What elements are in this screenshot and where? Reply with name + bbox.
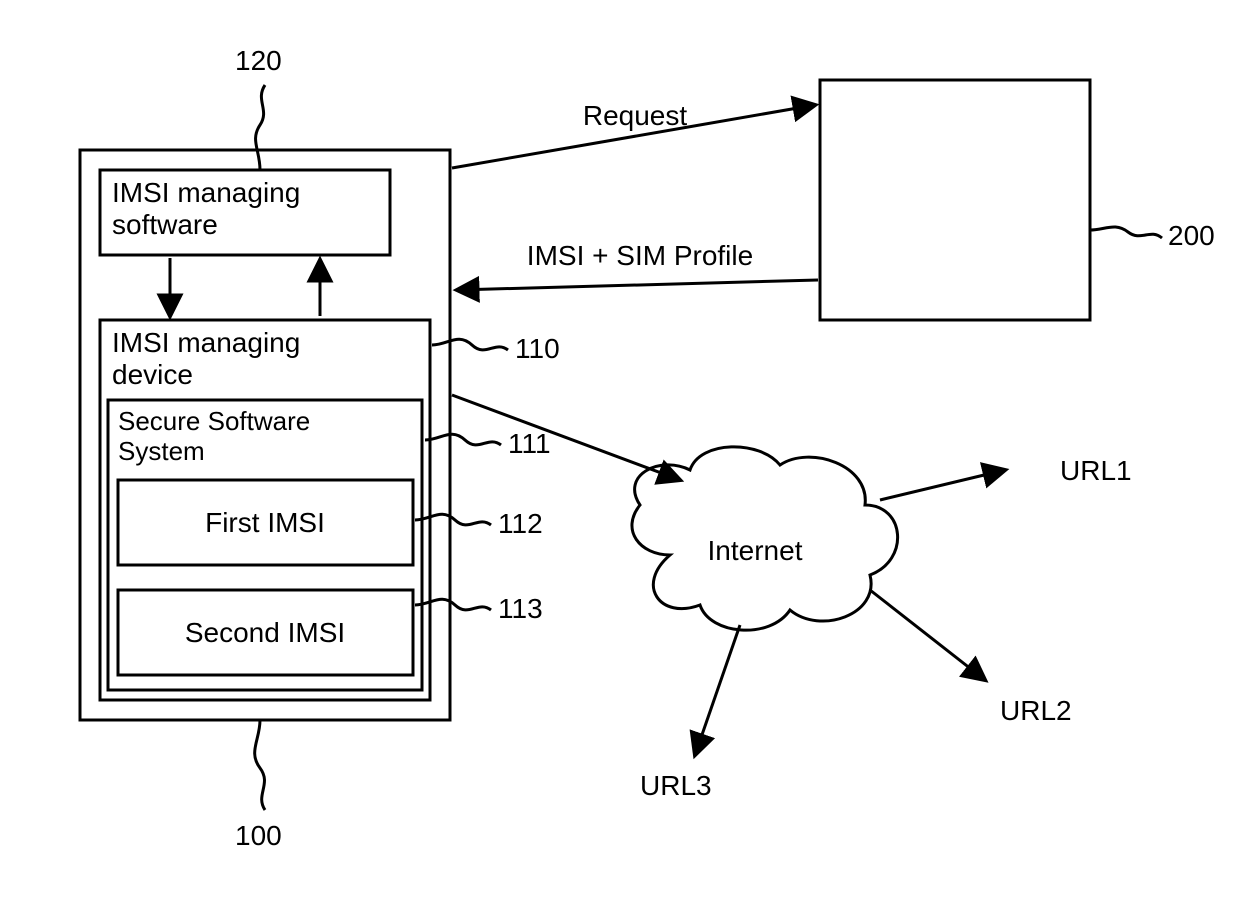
arrow-imsi-profile	[457, 280, 818, 290]
secure-software-system-label-line2: System	[118, 436, 205, 466]
internet-label: Internet	[708, 535, 803, 566]
ref-squiggle-200	[1090, 227, 1162, 238]
ref-squiggle-112	[415, 514, 491, 525]
ref-squiggle-110	[432, 339, 508, 350]
ref-squiggle-113	[415, 599, 491, 610]
imsi-managing-device-label-line2: device	[112, 359, 193, 390]
ref-112: 112	[498, 508, 543, 539]
arrow-url3	[695, 625, 740, 755]
second-imsi-label: Second IMSI	[185, 617, 345, 648]
ref-squiggle-100	[255, 720, 265, 810]
ref-100: 100	[235, 820, 282, 851]
ref-111: 111	[508, 428, 551, 459]
server-box	[820, 80, 1090, 320]
ref-squiggle-120	[256, 85, 265, 170]
arrow-url1	[880, 470, 1005, 500]
imsi-managing-device-label-line1: IMSI managing	[112, 327, 300, 358]
secure-software-system-label-line1: Secure Software	[118, 406, 310, 436]
imsi-managing-software-label-line2: software	[112, 209, 218, 240]
arrow-device-to-internet	[452, 395, 680, 480]
ref-squiggle-111	[425, 434, 501, 445]
ref-200: 200	[1168, 220, 1215, 251]
arrow-url2	[870, 590, 985, 680]
diagram-canvas: IMSI managing software IMSI managing dev…	[0, 0, 1240, 912]
request-label: Request	[583, 100, 688, 131]
ref-120: 120	[235, 45, 282, 76]
url3-label: URL3	[640, 770, 712, 801]
imsi-profile-label: IMSI + SIM Profile	[527, 240, 753, 271]
imsi-managing-software-label-line1: IMSI managing	[112, 177, 300, 208]
first-imsi-label: First IMSI	[205, 507, 325, 538]
url2-label: URL2	[1000, 695, 1072, 726]
ref-113: 113	[498, 593, 543, 624]
ref-110: 110	[515, 333, 560, 364]
url1-label: URL1	[1060, 455, 1132, 486]
